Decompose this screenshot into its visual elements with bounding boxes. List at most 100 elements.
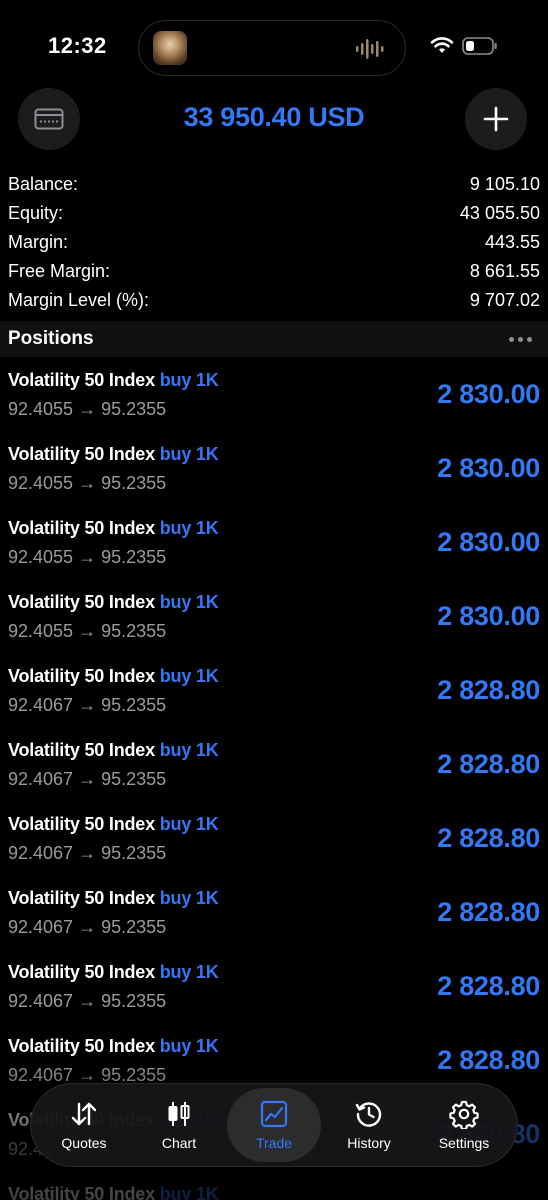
tab-settings-label: Settings <box>438 1135 490 1151</box>
free-margin-value: 8 661.55 <box>469 261 540 281</box>
position-symbol: Volatility 50 Index <box>8 888 155 908</box>
positions-list: Volatility 50 Index buy 1K 92.4055 → 95.2… <box>0 360 548 1200</box>
candlestick-chart-icon <box>168 1102 190 1126</box>
wifi-icon <box>430 37 454 53</box>
tab-history-label: History <box>347 1135 391 1151</box>
margin-level-row: Margin Level (%): 9 707.02 <box>0 286 548 315</box>
position-prices: 92.4055 → 95.2355 <box>8 621 167 641</box>
position-title: Volatility 50 Index buy 1K <box>8 444 219 465</box>
position-symbol: Volatility 50 Index <box>8 444 155 464</box>
position-side: buy 1K <box>159 814 219 834</box>
position-side: buy 1K <box>159 518 219 538</box>
margin-value: 443.55 <box>484 232 540 252</box>
position-title: Volatility 50 Index buy 1K <box>8 740 219 761</box>
battery-icon <box>462 37 497 55</box>
free-margin-label: Free Margin: <box>8 261 111 281</box>
position-row[interactable]: Volatility 50 Index buy 1K 92.4067 → 95.2… <box>0 730 548 804</box>
position-profit: 2 828.80 <box>437 971 540 1001</box>
more-options-icon[interactable] <box>509 336 540 342</box>
margin-row: Margin: 443.55 <box>0 228 548 257</box>
status-bar: 12:32 <box>0 0 548 80</box>
history-clock-icon <box>355 1102 382 1127</box>
gear-icon <box>449 1100 479 1129</box>
equity-row: Equity: 43 055.50 <box>0 199 548 228</box>
tab-chart[interactable]: Chart <box>132 1088 226 1162</box>
position-prices: 92.4067 → 95.2355 <box>8 695 167 715</box>
trade-header: 33 950.40 USD <box>0 88 548 152</box>
position-row[interactable]: Volatility 50 Index buy 1K 92.4067 → 95.2… <box>0 878 548 952</box>
position-symbol: Volatility 50 Index <box>8 666 155 686</box>
tab-settings[interactable]: Settings <box>417 1088 511 1162</box>
margin-level-label: Margin Level (%): <box>8 290 150 310</box>
equity-value: 43 055.50 <box>459 203 540 223</box>
tab-bar: Quotes Chart Trade History Settings <box>30 1083 518 1167</box>
position-prices: 92.4055 → 95.2355 <box>8 399 167 419</box>
position-profit: 2 828.80 <box>437 675 540 705</box>
position-symbol: Volatility 50 Index <box>8 740 155 760</box>
position-prices: 92.4067 → 95.2355 <box>8 991 167 1011</box>
position-row[interactable]: Volatility 50 Index buy 1K 92.4067 → 95.2… <box>0 804 548 878</box>
new-order-button[interactable] <box>465 88 527 150</box>
position-profit: 2 830.00 <box>437 379 540 409</box>
position-row[interactable]: Volatility 50 Index buy 1K 92.4067 → 95.2… <box>0 656 548 730</box>
dynamic-island[interactable] <box>138 20 406 76</box>
quotes-arrows-icon <box>71 1102 97 1126</box>
margin-level-value: 9 707.02 <box>469 290 540 310</box>
position-row[interactable]: Volatility 50 Index buy 1K <box>0 1174 548 1200</box>
free-margin-row: Free Margin: 8 661.55 <box>0 257 548 286</box>
position-title: Volatility 50 Index buy 1K <box>8 370 219 391</box>
position-prices: 92.4067 → 95.2355 <box>8 843 167 863</box>
tab-quotes[interactable]: Quotes <box>37 1088 131 1162</box>
account-info: Balance: 9 105.10 Equity: 43 055.50 Marg… <box>0 170 548 315</box>
position-row[interactable]: Volatility 50 Index buy 1K 92.4055 → 95.2… <box>0 360 548 434</box>
position-symbol: Volatility 50 Index <box>8 592 155 612</box>
position-title: Volatility 50 Index buy 1K <box>8 814 219 835</box>
position-profit: 2 828.80 <box>437 1045 540 1075</box>
trade-chart-icon <box>260 1100 288 1128</box>
position-symbol: Volatility 50 Index <box>8 1036 155 1056</box>
position-side: buy 1K <box>159 370 219 390</box>
tab-trade[interactable]: Trade <box>227 1088 321 1162</box>
position-side: buy 1K <box>159 444 219 464</box>
position-symbol: Volatility 50 Index <box>8 1184 155 1200</box>
position-row[interactable]: Volatility 50 Index buy 1K 92.4067 → 95.2… <box>0 952 548 1026</box>
position-profit: 2 828.80 <box>437 823 540 853</box>
now-playing-artwork <box>153 31 187 65</box>
position-side: buy 1K <box>159 888 219 908</box>
account-card-icon <box>34 108 64 130</box>
position-title: Volatility 50 Index buy 1K <box>8 666 219 687</box>
position-row[interactable]: Volatility 50 Index buy 1K 92.4055 → 95.2… <box>0 508 548 582</box>
accounts-button[interactable] <box>18 88 80 150</box>
position-symbol: Volatility 50 Index <box>8 370 155 390</box>
positions-section-header: Positions <box>0 321 548 357</box>
tab-chart-label: Chart <box>161 1135 197 1151</box>
position-row[interactable]: Volatility 50 Index buy 1K 92.4055 → 95.2… <box>0 434 548 508</box>
status-time: 12:32 <box>48 33 107 58</box>
position-title: Volatility 50 Index buy 1K <box>8 1184 219 1200</box>
position-profit: 2 828.80 <box>437 749 540 779</box>
tab-trade-label: Trade <box>255 1135 293 1151</box>
position-side: buy 1K <box>159 962 219 982</box>
position-symbol: Volatility 50 Index <box>8 962 155 982</box>
tab-history[interactable]: History <box>322 1088 416 1162</box>
position-profit: 2 830.00 <box>437 453 540 483</box>
position-symbol: Volatility 50 Index <box>8 814 155 834</box>
position-side: buy 1K <box>159 592 219 612</box>
equity-label: Equity: <box>8 203 64 223</box>
position-profit: 2 828.80 <box>437 897 540 927</box>
position-prices: 92.4067 → 95.2355 <box>8 769 167 789</box>
position-prices: 92.4055 → 95.2355 <box>8 547 167 567</box>
balance-label: Balance: <box>8 174 79 194</box>
balance-row: Balance: 9 105.10 <box>0 170 548 199</box>
position-profit: 2 830.00 <box>437 527 540 557</box>
position-side: buy 1K <box>159 1036 219 1056</box>
position-side: buy 1K <box>159 666 219 686</box>
position-row[interactable]: Volatility 50 Index buy 1K 92.4055 → 95.2… <box>0 582 548 656</box>
position-symbol: Volatility 50 Index <box>8 518 155 538</box>
position-profit: 2 830.00 <box>437 601 540 631</box>
account-summary-title: 33 950.40 USD <box>183 102 365 132</box>
positions-title: Positions <box>8 328 94 349</box>
margin-label: Margin: <box>8 232 69 252</box>
balance-value: 9 105.10 <box>469 174 540 194</box>
trade-screen: 12:32 33 950.40 USD Balance: 9 105.10 Eq… <box>0 0 548 1200</box>
